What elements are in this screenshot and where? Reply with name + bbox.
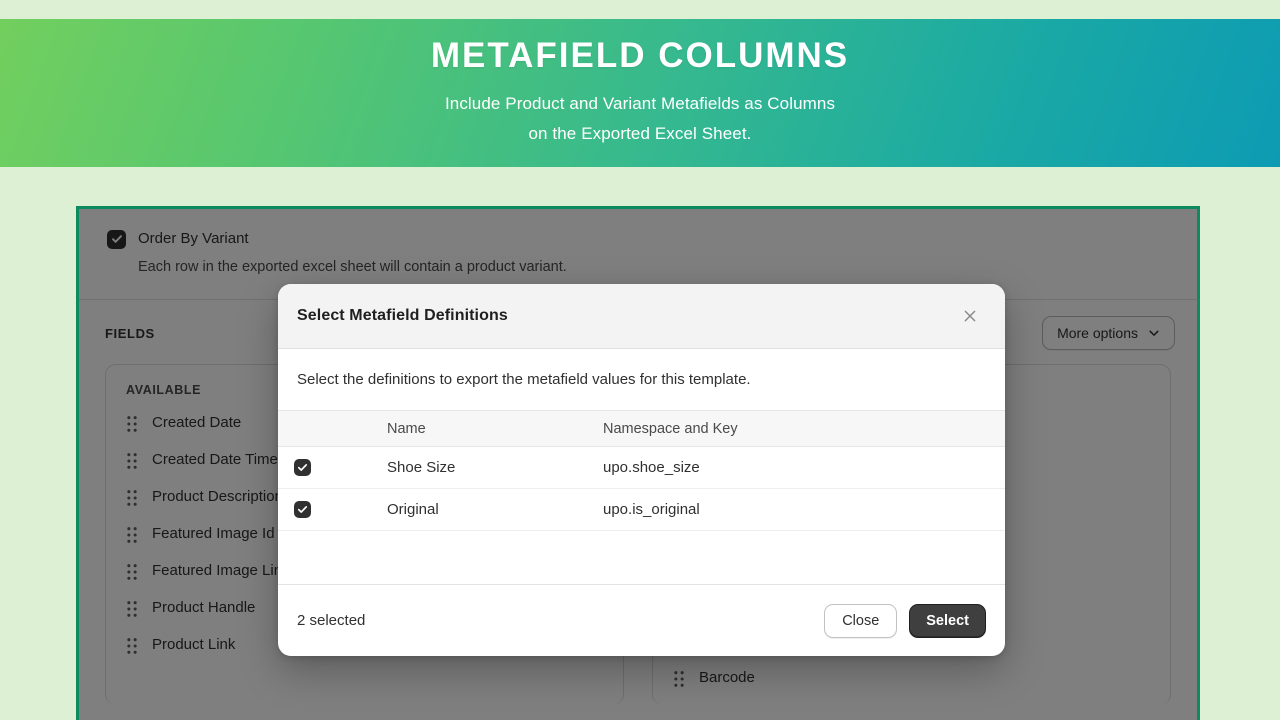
order-by-variant-help: Each row in the exported excel sheet wil… <box>138 257 1169 277</box>
drag-handle-icon <box>126 415 138 433</box>
field-label: Featured Image Id <box>152 525 275 542</box>
modal-footer: 2 selected Close Select <box>278 584 1005 656</box>
fields-title: FIELDS <box>105 326 155 341</box>
table-row[interactable]: Shoe Size upo.shoe_size <box>278 447 1005 489</box>
field-label: Barcode <box>699 669 755 686</box>
order-by-variant-checkbox[interactable] <box>107 230 126 249</box>
table-header-row: Name Namespace and Key <box>278 410 1005 447</box>
selected-count: 2 selected <box>297 612 365 629</box>
drag-handle-icon <box>673 670 685 688</box>
modal-title: Select Metafield Definitions <box>297 307 508 325</box>
table-header-namespace-key: Namespace and Key <box>603 421 1005 437</box>
row-checkbox[interactable] <box>294 501 311 518</box>
table-header-name: Name <box>387 421 603 437</box>
row-namespace-key: upo.shoe_size <box>603 459 1005 476</box>
banner-title: METAFIELD COLUMNS <box>431 38 849 73</box>
table-row[interactable]: Original upo.is_original <box>278 489 1005 531</box>
modal-header: Select Metafield Definitions <box>278 284 1005 349</box>
row-name: Shoe Size <box>387 459 603 476</box>
list-item[interactable]: Barcode <box>673 668 1150 688</box>
modal-intro-text: Select the definitions to export the met… <box>278 349 1005 410</box>
modal-footer-buttons: Close Select <box>824 604 986 638</box>
field-label: Product Link <box>152 636 235 653</box>
field-label: Featured Image Link <box>152 562 290 579</box>
banner-subtitle: Include Product and Variant Metafields a… <box>445 89 835 149</box>
table-row-checkbox-cell[interactable] <box>278 501 387 518</box>
banner-subtitle-line-2: on the Exported Excel Sheet. <box>445 119 835 149</box>
close-modal-button[interactable]: Close <box>824 604 897 638</box>
select-button[interactable]: Select <box>909 604 986 638</box>
banner-subtitle-line-1: Include Product and Variant Metafields a… <box>445 89 835 119</box>
field-label: Created Date <box>152 414 241 431</box>
row-checkbox[interactable] <box>294 459 311 476</box>
field-label: Product Handle <box>152 599 255 616</box>
more-options-button[interactable]: More options <box>1042 316 1175 350</box>
chevron-down-icon <box>1148 327 1160 339</box>
close-button[interactable] <box>955 301 985 331</box>
modal-body-spacer <box>278 531 1005 584</box>
close-icon <box>962 308 978 324</box>
row-name: Original <box>387 501 603 518</box>
modal-body: Select the definitions to export the met… <box>278 349 1005 584</box>
drag-handle-icon <box>126 563 138 581</box>
drag-handle-icon <box>126 489 138 507</box>
drag-handle-icon <box>126 600 138 618</box>
drag-handle-icon <box>126 637 138 655</box>
field-label: Created Date Time <box>152 451 278 468</box>
order-by-variant-label: Order By Variant <box>138 229 249 249</box>
row-namespace-key: upo.is_original <box>603 501 1005 518</box>
drag-handle-icon <box>126 526 138 544</box>
promo-banner: METAFIELD COLUMNS Include Product and Va… <box>0 19 1280 167</box>
select-metafield-definitions-modal: Select Metafield Definitions Select the … <box>278 284 1005 656</box>
order-by-variant-row[interactable]: Order By Variant <box>107 229 1169 249</box>
more-options-label: More options <box>1057 325 1138 341</box>
definitions-table: Name Namespace and Key Shoe Size upo.sho… <box>278 410 1005 531</box>
drag-handle-icon <box>126 452 138 470</box>
field-label: Product Description <box>152 488 283 505</box>
table-row-checkbox-cell[interactable] <box>278 459 387 476</box>
